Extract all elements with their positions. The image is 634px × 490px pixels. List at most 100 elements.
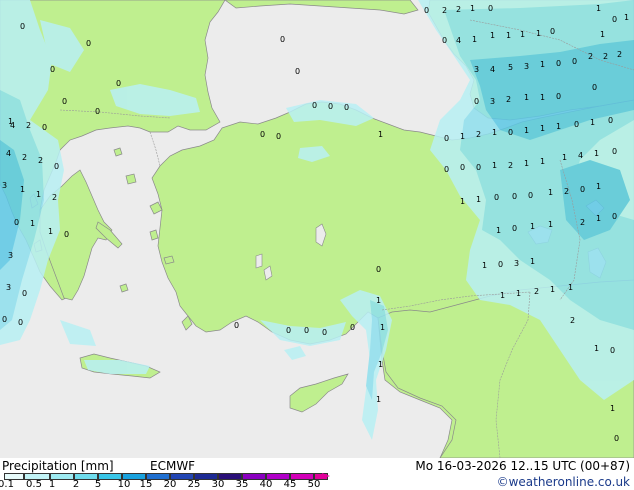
precip-value: 1 (562, 153, 567, 162)
model-name: ECMWF (150, 459, 196, 473)
precip-value: 0 (612, 15, 617, 24)
precip-value: 2 (506, 95, 511, 104)
precip-value: 1 (556, 122, 561, 131)
precip-value: 1 (516, 289, 521, 298)
scale-tick-label: 2 (72, 479, 80, 490)
scale-tick-label: 35 (235, 479, 249, 490)
precip-value: 2 (508, 161, 513, 170)
precip-value: 0 (20, 22, 25, 31)
validity-time: Mo 16-03-2026 12..15 UTC (00+87) (415, 459, 630, 473)
precip-value: 1 (524, 126, 529, 135)
precip-value: 0 (95, 107, 100, 116)
precipitation-map: 0 2 2 1 0 10 100 4 1 1 1 1 1 00013 4 5 3 1 0 02 2 20 00 00 0 0000… (0, 0, 634, 458)
precip-value: 2 (588, 52, 593, 61)
precip-value: 4 (456, 36, 461, 45)
precip-value: 1 (610, 404, 615, 413)
precip-value: 1 (594, 344, 599, 353)
precip-value: 3 (474, 65, 479, 74)
precip-value: 0 (2, 315, 7, 324)
precip-value: 1 (378, 130, 383, 139)
precip-value: 1 (506, 31, 511, 40)
credit-link[interactable]: ©weatheronline.co.uk (497, 475, 630, 489)
precip-value: 1 (524, 159, 529, 168)
precip-value: 0 (476, 163, 481, 172)
precip-value: 1 (590, 118, 595, 127)
precip-value: 3 (490, 97, 495, 106)
scale-tick-label: 15 (139, 479, 153, 490)
precip-value: 0 (328, 102, 333, 111)
scale-tick-label: 25 (187, 479, 201, 490)
precip-value: 0 (550, 27, 555, 36)
precip-value: 1 (376, 395, 381, 404)
precip-value: 2 (534, 287, 539, 296)
precip-value: 4 (10, 121, 15, 130)
precip-value: 3 (524, 62, 529, 71)
precip-value: 0 (295, 67, 300, 76)
precip-value: 1 (490, 31, 495, 40)
precip-value: 0 (322, 328, 327, 337)
precip-value: 1 (530, 257, 535, 266)
precip-value: 1 (472, 35, 477, 44)
precip-value: 0 (54, 162, 59, 171)
scale-tick-label: 0.5 (26, 479, 42, 490)
precip-value: 1 (540, 60, 545, 69)
precip-value: 1 (48, 227, 53, 236)
precip-value: 0 (444, 165, 449, 174)
precip-value: 0 (304, 326, 309, 335)
precip-value: 1 (20, 185, 25, 194)
precip-value: 0 (344, 103, 349, 112)
precip-value: 2 (617, 50, 622, 59)
precip-value: 0 (574, 120, 579, 129)
precip-value: 0 (592, 83, 597, 92)
precip-value: 3 (514, 259, 519, 268)
precip-value: 0 (116, 79, 121, 88)
precip-value: 0 (280, 35, 285, 44)
precip-value: 1 (600, 30, 605, 39)
precip-value: 1 (380, 323, 385, 332)
precip-value: 1 (594, 149, 599, 158)
precip-value: 1 (540, 157, 545, 166)
precip-value: 5 (508, 63, 513, 72)
scale-tick-label: 50 (307, 479, 321, 490)
scale-tick-label: 20 (163, 479, 177, 490)
precip-value: 0 (42, 123, 47, 132)
scale-tick-label: 30 (211, 479, 225, 490)
precip-value: 0 (260, 130, 265, 139)
precip-value: 0 (50, 65, 55, 74)
precip-value: 1 (470, 4, 475, 13)
scale-tick-label: 5 (94, 479, 102, 490)
precip-value: 0 (444, 134, 449, 143)
precip-value: 1 (548, 188, 553, 197)
precip-value: 3 (6, 283, 11, 292)
precip-value: 1 (500, 291, 505, 300)
precip-value: 1 (568, 283, 573, 292)
precip-value: 2 (22, 153, 27, 162)
precip-value: 1 (376, 296, 381, 305)
map-title: Precipitation [mm] (2, 459, 114, 473)
precip-value: 0 (442, 36, 447, 45)
precip-value: 1 (524, 93, 529, 102)
scale-end-arrow (322, 473, 330, 479)
precip-value: 0 (608, 116, 613, 125)
precip-value: 0 (460, 163, 465, 172)
precip-value: 1 (624, 13, 629, 22)
precip-value: 2 (603, 52, 608, 61)
precip-value: 0 (512, 192, 517, 201)
precip-value: 0 (424, 6, 429, 15)
forecast-map-window: 0221010100411111000134531002220000000000… (0, 0, 634, 490)
precip-value: 1 (36, 190, 41, 199)
precip-value: 3 (2, 181, 7, 190)
precip-value: 0 (614, 434, 619, 443)
precip-value: 2 (580, 218, 585, 227)
precip-value: 1 (540, 93, 545, 102)
precip-value: 0 (234, 321, 239, 330)
scale-tick-label: 0.1 (0, 479, 14, 490)
scale-tick-label: 45 (283, 479, 297, 490)
precip-value: 4 (578, 151, 583, 160)
precip-value: 0 (312, 101, 317, 110)
precip-value: 0 (556, 92, 561, 101)
scale-tick-label: 40 (259, 479, 273, 490)
lemnos-island (125, 173, 137, 185)
precip-value: 3 (8, 251, 13, 260)
precip-value: 1 (378, 360, 383, 369)
